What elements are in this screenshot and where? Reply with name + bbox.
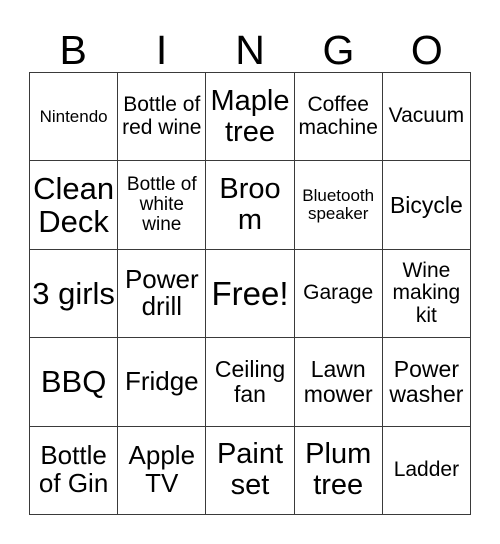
bingo-cell-label: Plum tree	[305, 438, 372, 502]
bingo-cell[interactable]: Apple TV	[118, 426, 207, 515]
bingo-free-cell[interactable]: Free!	[206, 249, 295, 339]
bingo-cell-label: Bottle of white wine	[126, 173, 197, 236]
bingo-cell-label: Wine making kit	[392, 258, 461, 327]
bingo-cell-label: Nintendo	[39, 106, 108, 126]
bingo-cell-label: Clean Deck	[33, 170, 115, 240]
bingo-cell-label: Fridge	[124, 365, 199, 396]
bingo-header-letter-g: G	[322, 27, 355, 73]
bingo-cell[interactable]: Plum tree	[294, 426, 383, 515]
bingo-cell[interactable]: Maple tree	[206, 73, 295, 162]
bingo-card: B I N G O Nintendo Bottle of red wine Maple tr…	[0, 0, 500, 544]
bingo-cell-label: 3 girls	[32, 275, 115, 311]
bingo-cell-label: Ceiling fan	[214, 356, 286, 407]
bingo-cell-label: Bicycle	[389, 191, 463, 218]
bingo-cell[interactable]: Wine making kit	[382, 249, 471, 339]
bingo-cell[interactable]: Vacuum	[382, 73, 471, 162]
bingo-cell[interactable]: Ceiling fan	[206, 338, 295, 427]
bingo-header-letter-n: N	[235, 27, 265, 73]
bingo-cell[interactable]: Bicycle	[382, 161, 471, 250]
bingo-cell-label: Bottle of Gin	[38, 440, 109, 499]
bingo-cell-label: Bluetooth speaker	[302, 185, 375, 224]
bingo-grid: Nintendo Bottle of red wine Maple tree Coff…	[29, 72, 471, 515]
bingo-cell[interactable]: Garage	[294, 249, 383, 339]
bingo-cell[interactable]: Bottle of Gin	[30, 426, 119, 515]
bingo-cell-label: Free!	[211, 274, 289, 312]
bingo-cell-label: Bottle of red wine	[122, 93, 202, 139]
bingo-cell-label: BBQ	[40, 364, 107, 400]
bingo-cell-label: Coffee machine	[298, 93, 378, 139]
bingo-cell-label: Maple tree	[210, 84, 290, 148]
bingo-cell[interactable]: 3 girls	[30, 249, 119, 339]
bingo-cell[interactable]: BBQ	[30, 338, 119, 427]
bingo-cell[interactable]: Bottle of white wine	[118, 161, 207, 250]
bingo-cell[interactable]: Nintendo	[30, 73, 119, 162]
bingo-cell-label: Garage	[303, 281, 374, 305]
bingo-cell-label: Paint set	[216, 438, 284, 502]
bingo-cell[interactable]: Bluetooth speaker	[294, 161, 383, 250]
bingo-cell-label: Broom	[219, 173, 281, 237]
bingo-cell[interactable]: Coffee machine	[294, 73, 383, 162]
bingo-cell-label: Power drill	[124, 263, 199, 322]
bingo-cell-label: Ladder	[393, 458, 460, 482]
bingo-cell-label: Apple TV	[128, 440, 196, 499]
bingo-cell[interactable]: Fridge	[118, 338, 207, 427]
bingo-cell[interactable]: Power washer	[382, 338, 471, 427]
bingo-header-letter-o: O	[410, 27, 443, 73]
bingo-cell[interactable]: Ladder	[382, 426, 471, 515]
bingo-cell[interactable]: Lawn mower	[294, 338, 383, 427]
bingo-cell-label: Lawn mower	[303, 356, 373, 407]
bingo-header: BINGO	[29, 22, 471, 72]
bingo-cell[interactable]: Clean Deck	[30, 161, 119, 250]
bingo-cell[interactable]: Bottle of red wine	[118, 73, 207, 162]
bingo-header-letter-b: B	[59, 27, 87, 73]
bingo-cell-label: Vacuum	[388, 104, 465, 128]
bingo-cell[interactable]: Power drill	[118, 249, 207, 339]
bingo-cell[interactable]: Broom	[206, 161, 295, 250]
bingo-header-letter-i: I	[155, 27, 168, 73]
bingo-cell-label: Power washer	[389, 356, 464, 407]
bingo-cell[interactable]: Paint set	[206, 426, 295, 515]
